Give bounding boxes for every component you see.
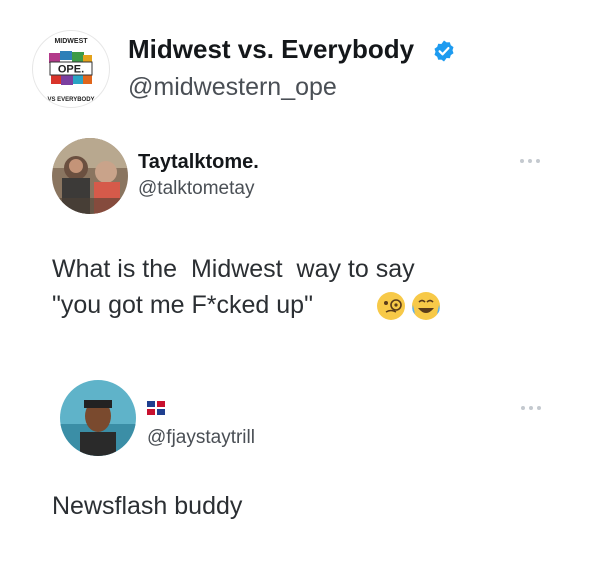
- face-with-tears-of-joy-icon: [412, 292, 440, 320]
- tweet-1-text: What is the Midwest way to say "you got …: [52, 251, 572, 323]
- verified-badge-icon: [434, 40, 454, 62]
- tweet-1-author-name[interactable]: Taytalktome.: [138, 151, 259, 174]
- account-handle[interactable]: @midwestern_ope: [128, 73, 337, 102]
- account-logo[interactable]: OPE. MIDWEST VS EVERYBODY: [32, 30, 110, 108]
- face-with-monocle-icon: [377, 292, 405, 320]
- tweet-2-author-handle[interactable]: @fjaystaytrill: [147, 427, 255, 449]
- logo-top-text: MIDWEST: [54, 38, 88, 45]
- dominican-republic-flag-icon: [147, 401, 165, 415]
- more-dots-icon[interactable]: [520, 405, 542, 411]
- logo-bottom-text: VS EVERYBODY: [47, 97, 94, 103]
- tweet-2-text: Newsflash buddy: [52, 492, 243, 520]
- tweet-2-avatar[interactable]: [60, 380, 136, 456]
- tweet-1-text-line-1: What is the Midwest way to say: [52, 255, 415, 283]
- account-name[interactable]: Midwest vs. Everybody: [128, 34, 414, 65]
- tweet-1-text-line-2: "you got me F*cked up": [52, 291, 313, 319]
- more-dots-icon[interactable]: [519, 158, 541, 164]
- account-header: OPE. MIDWEST VS EVERYBODY Midwest vs. Ev…: [32, 30, 572, 110]
- tweet-1-emojis: [377, 292, 440, 320]
- tweet-1-avatar[interactable]: [52, 138, 128, 214]
- tweet-1-author-handle[interactable]: @talktometay: [138, 178, 254, 200]
- logo-center-text: OPE.: [58, 64, 84, 76]
